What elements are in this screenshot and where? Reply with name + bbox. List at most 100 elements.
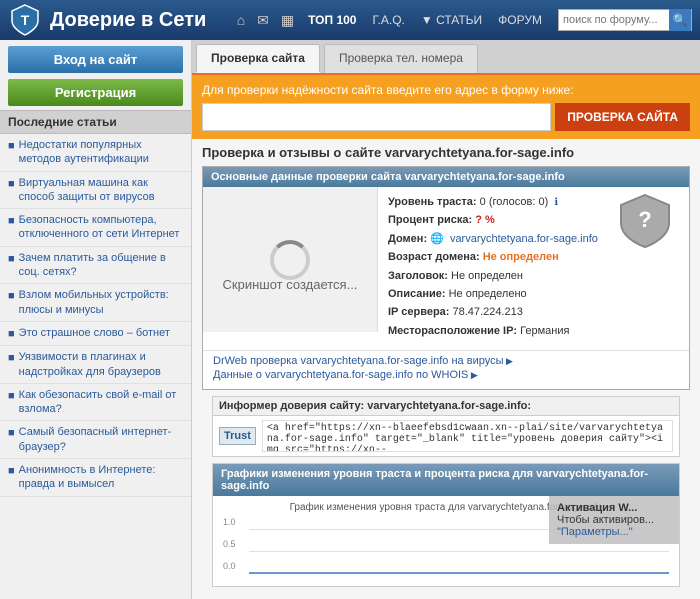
article-title: Взлом мобильных устройств: плюсы и минус… [19,288,183,317]
header-label: Заголовок: [388,270,451,282]
article-title: Зачем платить за общение в соц. сетях? [19,251,183,280]
tabs: Проверка сайта Проверка тел. номера [192,40,700,75]
nav-area: ⌂ ✉ ▦ ТОП 100 Г.А.Q. ▼ СТАТЬИ ФОРУМ 🔍 [233,9,692,31]
bullet-icon: ■ [8,351,15,365]
description-value: Не определено [449,288,527,300]
links-section: DrWeb проверка varvarychtetyana.for-sage… [203,350,689,389]
domain-label: Домен: [388,233,430,245]
nav-top100[interactable]: ТОП 100 [302,11,362,29]
article-title: Уязвимости в плагинах и надстройках для … [19,350,183,379]
help-icon[interactable]: ℹ [554,197,558,208]
percent-risk-value: ? % [475,214,495,226]
sidebar-article-item[interactable]: ■ Уязвимости в плагинах и надстройках для… [0,346,191,384]
article-title: Это страшное слово – ботнет [19,326,170,340]
nav-articles[interactable]: ▼ СТАТЬИ [415,11,488,29]
sidebar-article-item[interactable]: ■ Это страшное слово – ботнет [0,322,191,346]
informer-domain: varvarychtetyana.for-sage.info: [367,400,531,412]
tab-check-phone[interactable]: Проверка тел. номера [324,44,478,73]
data-panel: Основные данные проверки сайта varvarych… [202,166,690,390]
drweb-link[interactable]: DrWeb проверка varvarychtetyana.for-sage… [213,355,679,367]
sidebar-article-item[interactable]: ■ Как обезопасить свой e-mail от взлома? [0,384,191,422]
search-button[interactable]: 🔍 [669,9,691,31]
graph-y-label-2: 0.5 [223,539,236,549]
bullet-icon: ■ [8,327,15,341]
whois-link[interactable]: Данные о varvarychtetyana.for-sage.info … [213,369,679,381]
location-label: Месторасположение IP: [388,325,520,337]
login-button[interactable]: Вход на сайт [8,46,183,73]
trust-level-label: Уровень траста: [388,196,480,208]
spinner-ring [270,240,310,280]
activation-overlay: Активация W... Чтобы активиров... "Парам… [549,496,679,544]
sidebar-article-item[interactable]: ■ Виртуальная машина как способ защиты от… [0,172,191,210]
informer-section: Информер доверия сайту: varvarychtetyana… [212,396,680,457]
grid-icon[interactable]: ▦ [277,10,298,31]
article-title: Анонимность в Интернете: правда и вымысе… [19,463,183,492]
sidebar-article-item[interactable]: ■Безопасность компьютера, отключенного о… [0,209,191,247]
activation-link[interactable]: "Параметры..." [557,526,671,538]
domain-icon: 🌐 [430,233,444,245]
graph-body: График изменения уровня траста для varva… [213,496,679,586]
article-title: Недостатки популярных методов аутентифик… [19,138,183,167]
header-value: Не определен [451,270,523,282]
svg-text:?: ? [638,207,651,232]
register-button[interactable]: Регистрация [8,79,183,106]
search-box: 🔍 [558,9,692,31]
sidebar: Вход на сайт Регистрация Последние стать… [0,40,192,599]
sidebar-article-item[interactable]: ■ Зачем платить за общение в соц. сетях? [0,247,191,285]
percent-risk-label: Процент риска: [388,214,475,226]
bullet-icon: ■ [8,289,15,303]
data-info: ? Уровень траста: 0 (голосов: 0) ℹ Проце… [378,187,689,350]
bullet-icon: ■ [8,426,15,440]
sidebar-article-item[interactable]: ■Анонимность в Интернете: правда и вымыс… [0,459,191,497]
loading-spinner [270,240,310,280]
tab-check-site[interactable]: Проверка сайта [196,44,320,73]
article-title: Как обезопасить свой e-mail от взлома? [19,388,183,417]
article-title: Виртуальная машина как способ защиты от … [19,176,183,205]
informer-title: Информер доверия сайту: varvarychtetyana… [213,397,679,416]
informer-body: Trust <a href="https://xn--blaeefebsd1cw… [213,416,679,456]
svg-text:T: T [21,12,30,28]
content-area: Проверка сайта Проверка тел. номера Для … [192,40,700,599]
header-row: Заголовок: Не определен [388,269,679,284]
nav-forum[interactable]: ФОРУМ [492,11,548,29]
results-title-prefix: Проверка и отзывы о сайте [202,145,385,160]
sidebar-articles-title: Последние статьи [0,110,191,134]
informer-code[interactable]: <a href="https://xn--blaeefebsd1cwaan.xn… [262,420,673,452]
results-title: Проверка и отзывы о сайте varvarychtetya… [202,145,690,160]
bullet-icon: ■ [8,252,15,266]
header: T Доверие в Сети ⌂ ✉ ▦ ТОП 100 Г.А.Q. ▼ … [0,0,700,40]
data-panel-header-prefix: Основные данные проверки сайта [211,171,405,183]
sidebar-article-item[interactable]: ■ Взлом мобильных устройств: плюсы и мину… [0,284,191,322]
mail-icon[interactable]: ✉ [253,10,273,31]
domain-age-row: Возраст домена: Не определен [388,250,679,265]
domain-value-link[interactable]: varvarychtetyana.for-sage.info [450,233,598,245]
check-site-form: ПРОВЕРКА САЙТА [202,103,690,131]
search-input[interactable] [559,14,669,26]
home-icon[interactable]: ⌂ [233,10,249,30]
main-layout: Вход на сайт Регистрация Последние стать… [0,40,700,599]
nav-faq[interactable]: Г.А.Q. [366,11,410,29]
data-panel-header-domain: varvarychtetyana.for-sage.info [405,171,565,183]
graph-header: Графики изменения уровня траста и процен… [213,464,679,496]
sidebar-article-item[interactable]: ■Недостатки популярных методов аутентифи… [0,134,191,172]
graph-y-label-3: 0.0 [223,561,236,571]
bullet-icon: ■ [8,389,15,403]
location-value: Германия [520,325,569,337]
trust-level-suffix: (голосов: 0) [489,196,548,208]
check-site-button[interactable]: ПРОВЕРКА САЙТА [555,103,690,131]
trust-badge-icon: ? [615,191,675,251]
bullet-icon: ■ [8,177,15,191]
activation-text: Чтобы активиров... [557,514,671,526]
sidebar-articles-list: ■ Недостатки популярных методов аутентифи… [0,134,191,497]
ip-row: IP сервера: 78.47.224.213 [388,305,679,320]
domain-age-value: Не определен [483,251,559,263]
site-logo-text: Доверие в Сети [50,9,206,32]
data-panel-body: Скриншот создается... ? Уровень траста: … [203,187,689,350]
ip-label: IP сервера: [388,306,453,318]
url-input[interactable] [202,103,551,131]
check-site-banner: Для проверки надёжности сайта введите ег… [192,75,700,139]
location-row: Месторасположение IP: Германия [388,324,679,339]
sidebar-article-item[interactable]: ■Самый безопасный интернет-браузер? [0,421,191,459]
article-title: Безопасность компьютера, отключенного от… [19,213,183,242]
description-label: Описание: [388,288,449,300]
